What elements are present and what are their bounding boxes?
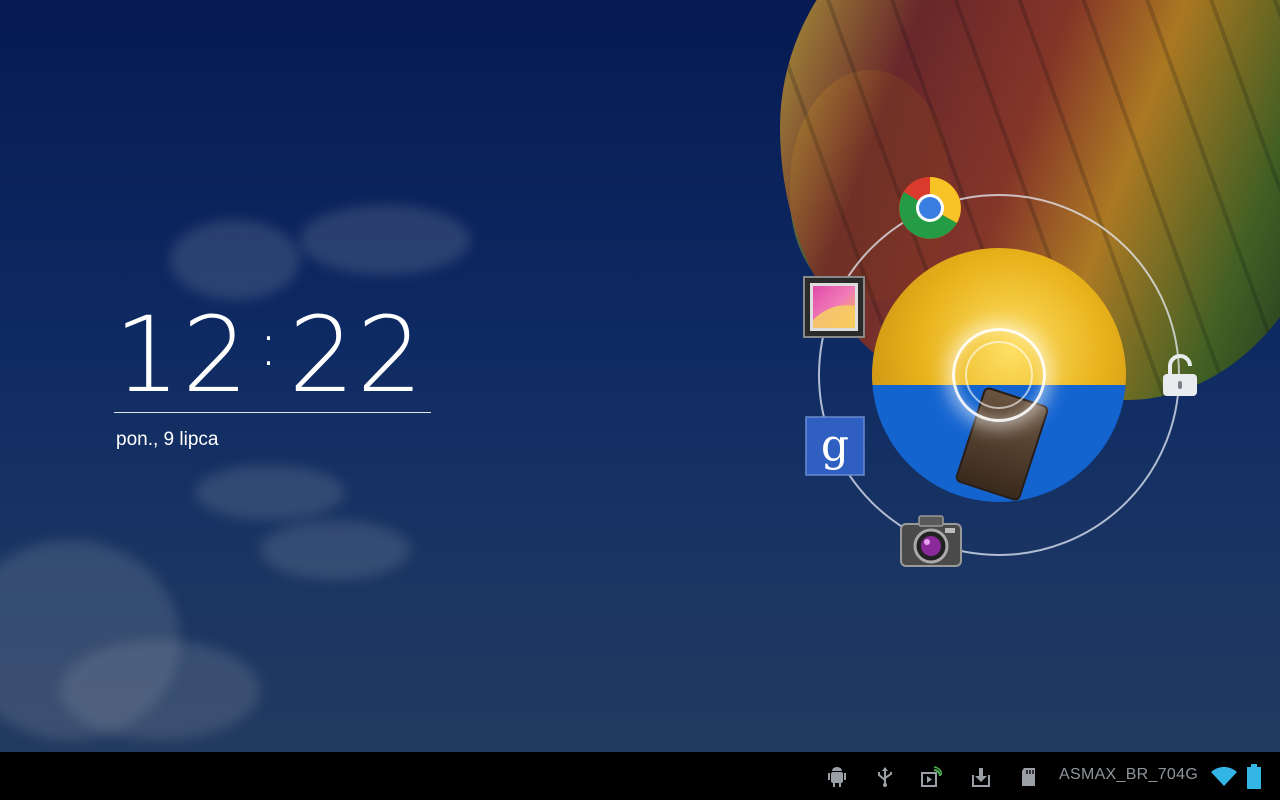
lock-screen: 12 : 22 pon., 9 lipca g ASMAX_BR_704G [0, 0, 1280, 800]
cloud [60, 640, 260, 740]
sd-card-icon [1022, 768, 1035, 786]
android-debug-icon [828, 767, 846, 787]
cloud [170, 220, 300, 300]
clock-date: pon., 9 lipca [116, 429, 219, 450]
battery-icon [1247, 764, 1261, 789]
cloud [260, 520, 410, 580]
clock-time: 12 : 22 [114, 300, 431, 410]
unlock-glowpad[interactable] [818, 194, 1180, 556]
media-cast-icon [921, 766, 942, 787]
lockscreen-clock: 12 : 22 pon., 9 lipca [114, 300, 431, 451]
chrome-target[interactable] [898, 176, 962, 240]
clock-minutes: 22 [288, 294, 425, 416]
unlock-icon [1163, 354, 1197, 396]
google-search-target[interactable]: g [805, 416, 869, 480]
clock-hours: 12 [114, 294, 251, 416]
unlock-handle[interactable] [952, 328, 1046, 422]
camera-target[interactable] [897, 510, 962, 574]
wifi-icon [1211, 766, 1237, 786]
network-name: ASMAX_BR_704G [1059, 766, 1199, 783]
unlock-target[interactable] [1158, 352, 1202, 400]
cloud [300, 205, 470, 275]
download-icon [972, 768, 990, 787]
clock-separator: : [258, 310, 281, 380]
gallery-icon [803, 276, 865, 338]
usb-icon [878, 767, 892, 787]
google-search-icon: g [805, 416, 865, 476]
svg-text:g: g [821, 420, 849, 471]
camera-icon [900, 515, 962, 567]
cloud [195, 465, 345, 520]
chrome-icon [899, 177, 961, 239]
gallery-target[interactable] [803, 276, 867, 340]
